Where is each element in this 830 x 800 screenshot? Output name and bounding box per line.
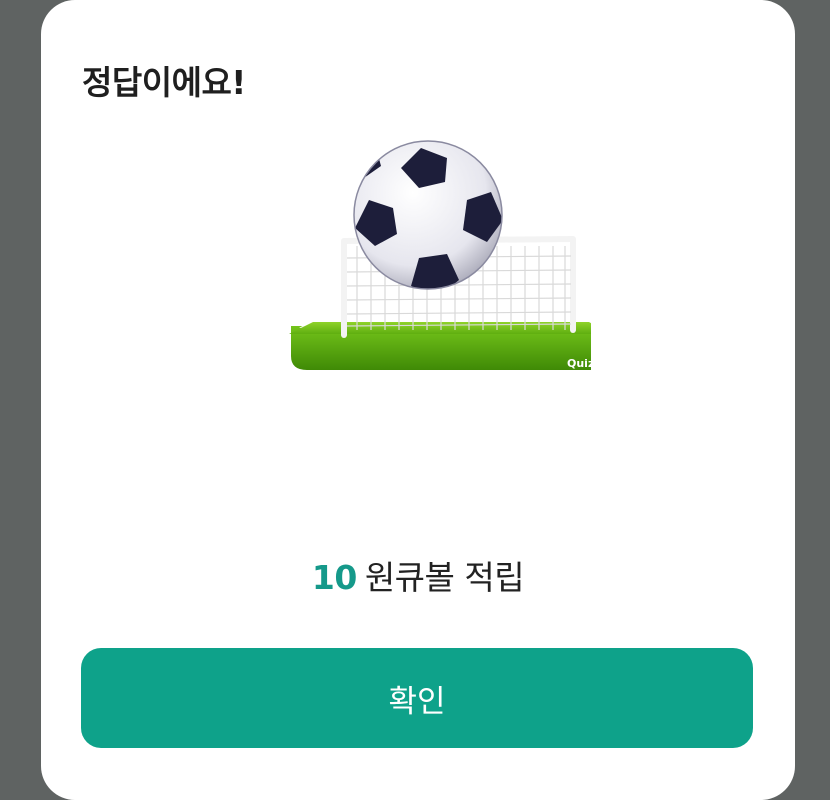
result-dialog: 정답이에요! Quiz <box>41 0 795 800</box>
reward-unit: 원큐볼 적립 <box>364 558 525 597</box>
dialog-title: 정답이에요! <box>82 63 246 102</box>
reward-amount: 10 <box>311 558 357 597</box>
soccer-ball-goal-icon: Quiz <box>289 140 591 370</box>
reward-text: 10 원큐볼 적립 <box>41 551 795 599</box>
confirm-button[interactable]: 확인 <box>81 648 753 748</box>
quiz-badge-text: Quiz <box>567 357 591 370</box>
